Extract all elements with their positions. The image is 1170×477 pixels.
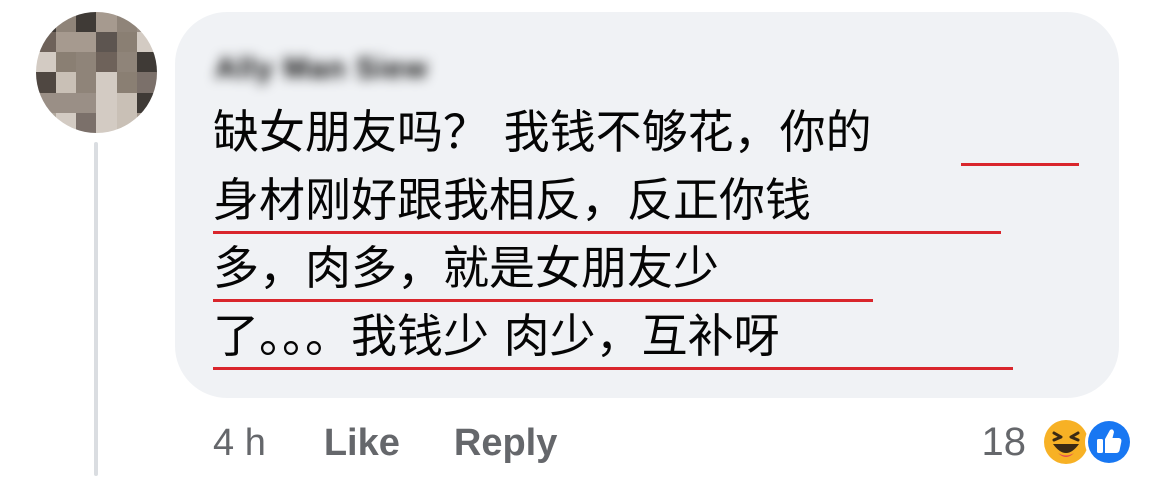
avatar-pixel [56,52,77,73]
avatar-pixel [76,52,97,73]
avatar-pixel [116,12,137,33]
comment-line-text: 了。。。我钱少 肉少，互补呀 [213,309,780,363]
avatar-pixel [56,72,77,93]
avatar-pixel [136,32,157,53]
timestamp-link[interactable]: 4 h [213,422,266,465]
comment-text: 缺女朋友吗？ 我钱不够花，你的 身材刚好跟我相反，反正你钱 多，肉多，就是女朋友… [213,98,1093,370]
avatar-pixel [76,112,97,133]
avatar-pixel [36,92,57,113]
comment-line: 了。。。我钱少 肉少，互补呀 [213,302,1093,370]
avatar[interactable] [36,12,157,133]
underline-mark [213,367,1013,370]
avatar-pixel [96,12,117,33]
avatar-pixel [96,112,117,133]
avatar-pixel [76,72,97,93]
avatar-pixel [116,52,137,73]
comment-line: 多，肉多，就是女朋友少 [213,234,1093,302]
comment-line-text: 多，肉多，就是女朋友少 [213,241,719,295]
avatar-pixel [136,12,157,33]
reaction-icons[interactable] [1040,416,1134,468]
avatar-pixel [76,32,97,53]
avatar-pixel [76,92,97,113]
avatar-pixel [36,12,57,33]
avatar-pixel [56,112,77,133]
author-name-text[interactable]: Ally Man Siew [215,52,428,86]
like-button[interactable]: Like [324,422,400,465]
avatar-pixel [96,32,117,53]
comment-line: 身材刚好跟我相反，反正你钱 [213,166,1093,234]
avatar-pixel [36,72,57,93]
reaction-count[interactable]: 18 [982,420,1027,465]
avatar-pixel [96,92,117,113]
reply-button[interactable]: Reply [454,422,557,465]
reactions-summary[interactable]: 18 [982,414,1135,470]
avatar-pixel [56,32,77,53]
comment-line-text: 缺女朋友吗？ 我钱不够花，你的 [213,105,872,159]
avatar-pixel [36,32,57,53]
avatar-pixel [36,52,57,73]
comment-bubble: Ally Man Siew 缺女朋友吗？ 我钱不够花，你的 身材刚好跟我相反，反… [175,12,1119,398]
comment-line: 缺女朋友吗？ 我钱不够花，你的 [213,98,1093,166]
avatar-pixel [96,52,117,73]
avatar-pixel [116,112,137,133]
author-name[interactable]: Ally Man Siew [215,48,531,90]
avatar-pixel [136,112,157,133]
avatar-pixel [136,72,157,93]
like-reaction-icon [1084,417,1134,467]
avatar-pixel [116,32,137,53]
avatar-pixel [136,52,157,73]
thread-line [94,142,98,476]
avatar-pixel [56,92,77,113]
avatar-pixel [136,92,157,113]
avatar-pixel [76,12,97,33]
avatar-pixel [56,12,77,33]
avatar-pixel [116,72,137,93]
comment-actions: 4 h Like Reply [213,418,557,468]
avatar-pixel [116,92,137,113]
avatar-pixel [96,72,117,93]
comment-line-text: 身材刚好跟我相反，反正你钱 [213,173,811,227]
avatar-pixel [36,112,57,133]
